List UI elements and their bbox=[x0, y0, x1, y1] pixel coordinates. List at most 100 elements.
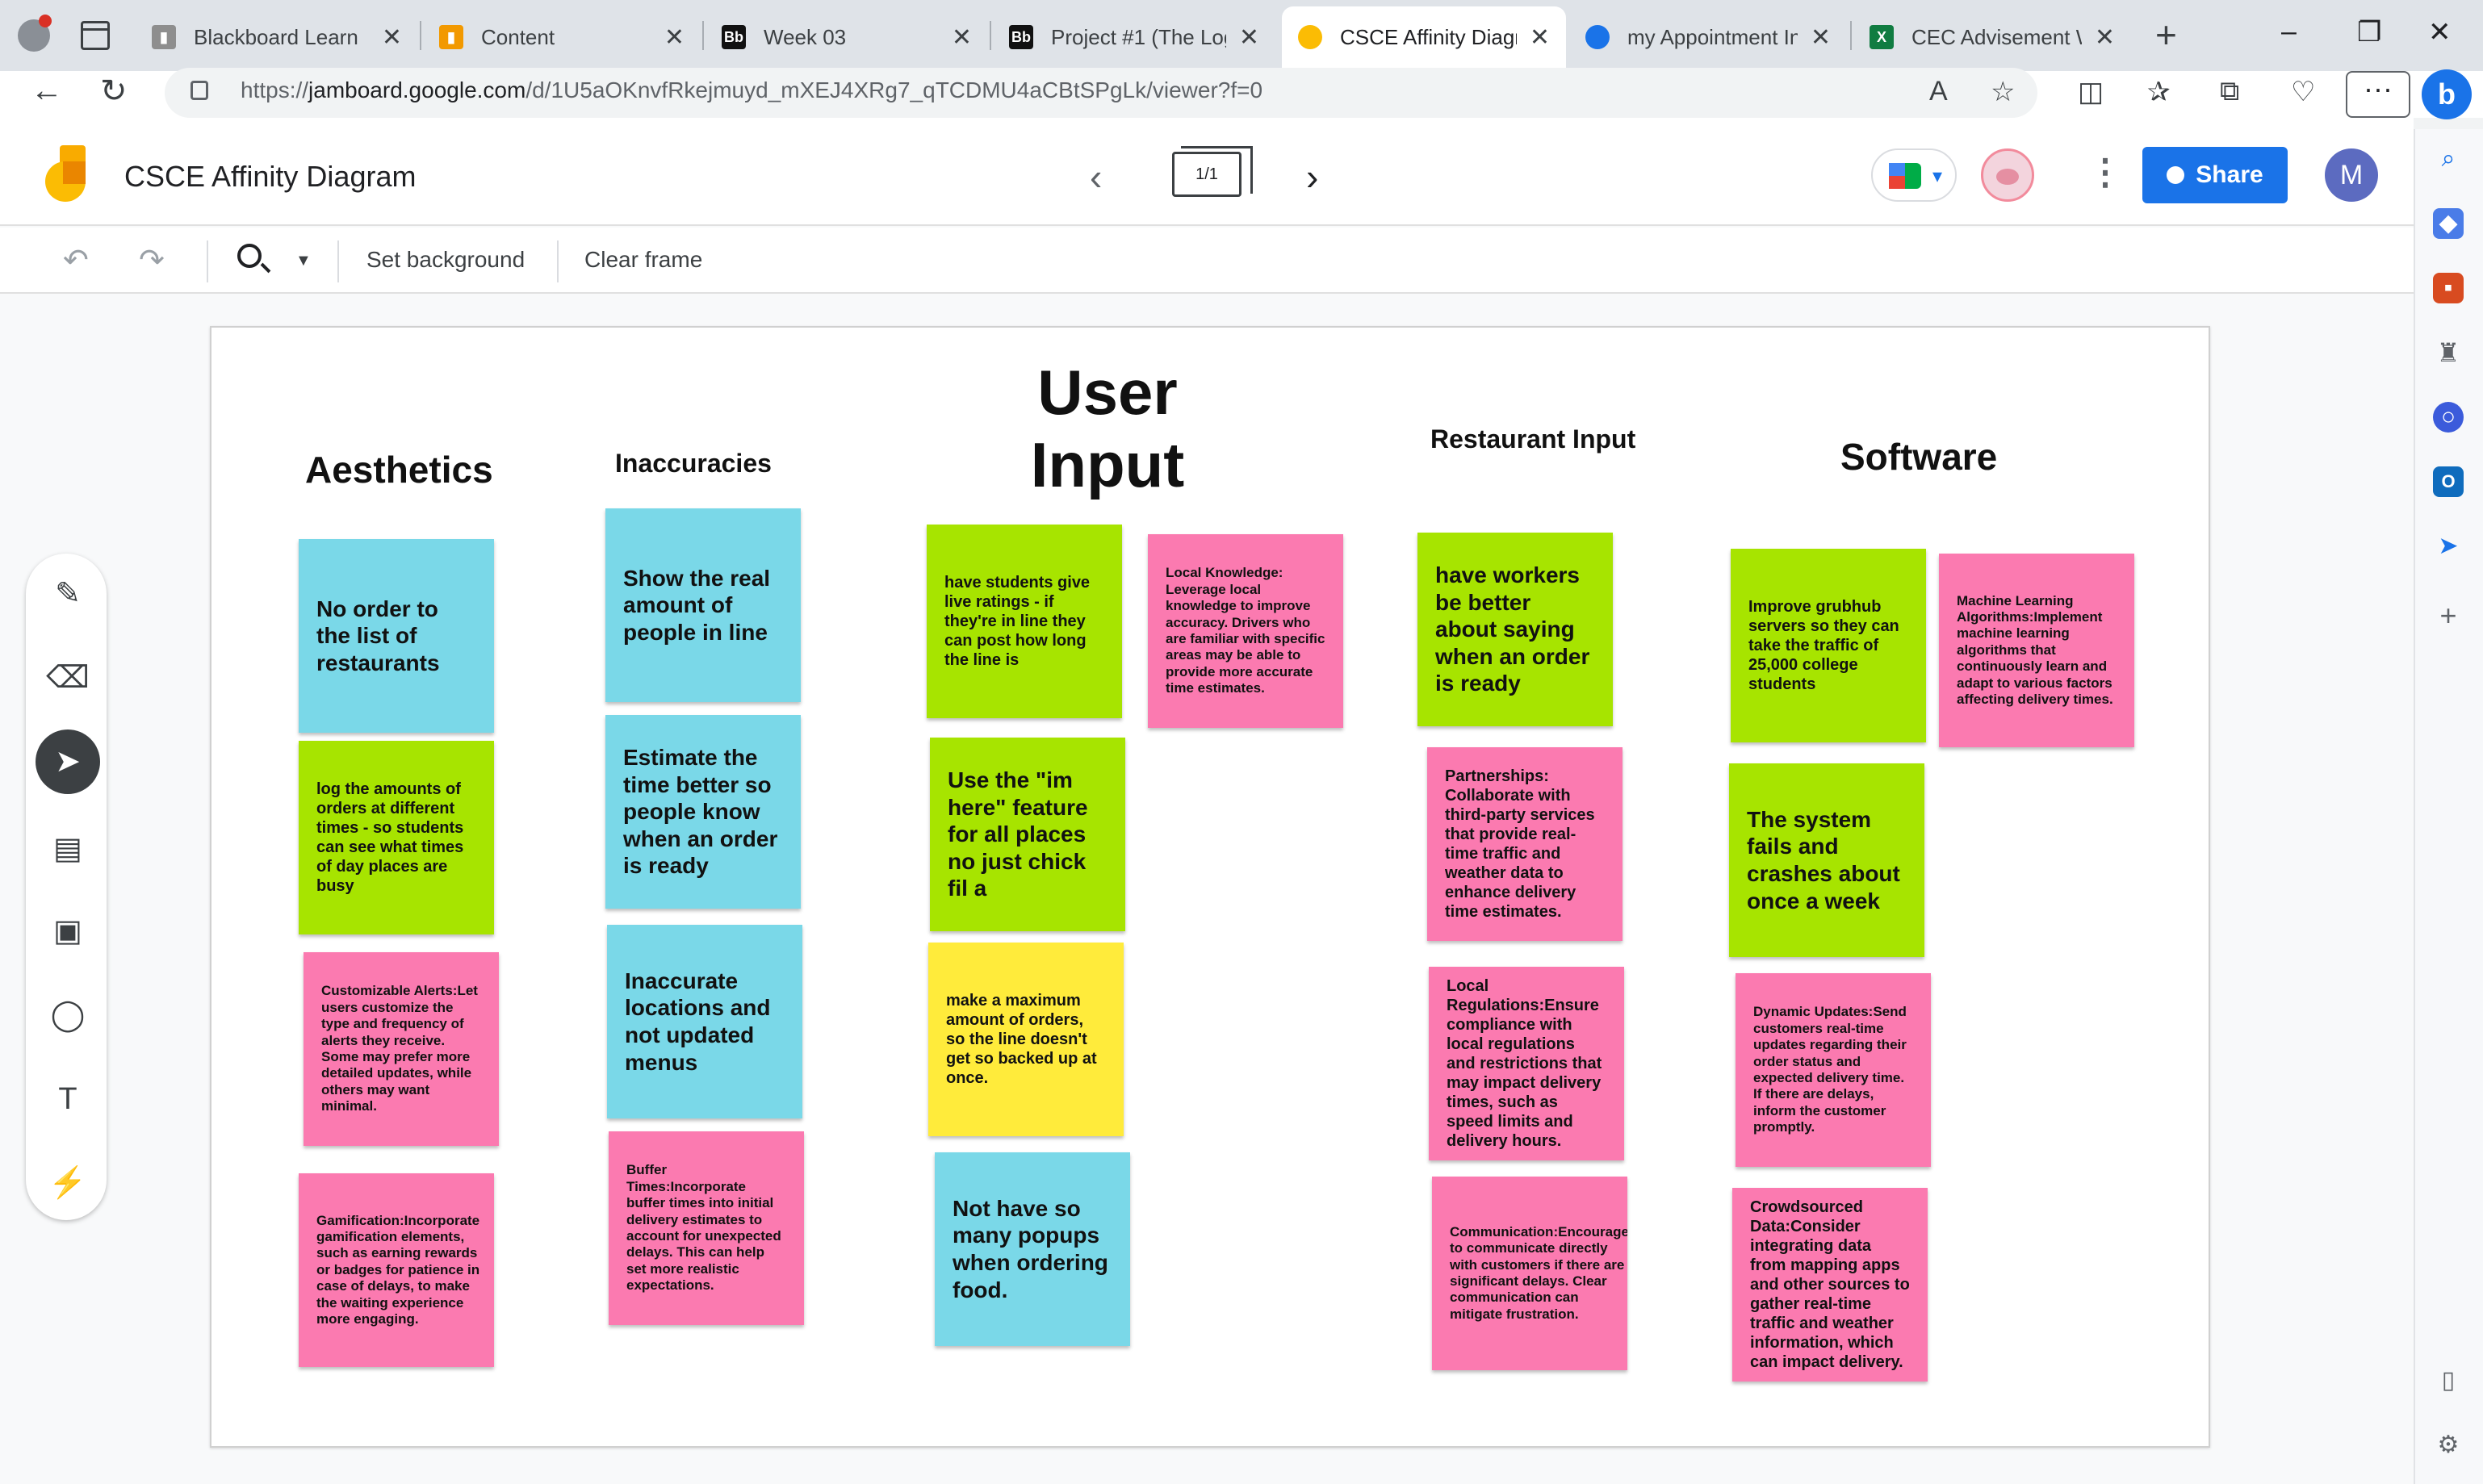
sticky-note[interactable]: Use the "im here" feature for all places… bbox=[930, 738, 1125, 931]
image-icon[interactable]: ▣ bbox=[45, 909, 90, 954]
more-vert-icon[interactable]: ⋮ bbox=[2087, 152, 2123, 193]
favorite-star-icon[interactable]: ☆ bbox=[1991, 76, 2015, 108]
close-icon[interactable]: ✕ bbox=[1239, 23, 1259, 52]
sticky-note[interactable]: Not have so many popups when ordering fo… bbox=[935, 1152, 1130, 1346]
sticky-note[interactable]: Improve grubhub servers so they can take… bbox=[1731, 549, 1926, 742]
read-aloud-icon[interactable]: A bbox=[1929, 76, 1948, 107]
tab-week-03[interactable]: Bb Week 03 ✕ bbox=[706, 6, 988, 68]
heading-user-input[interactable]: User Input bbox=[986, 357, 1229, 501]
sticky-note[interactable]: Buffer Times:Incorporate buffer times in… bbox=[609, 1131, 804, 1325]
sticky-note-icon[interactable]: ▤ bbox=[45, 826, 90, 872]
meet-camera-icon bbox=[1889, 163, 1921, 189]
tab-csce-affinity-diagram[interactable]: CSCE Affinity Diagram ✕ bbox=[1282, 6, 1566, 68]
previous-frame-chevron-icon[interactable]: ‹ bbox=[1090, 155, 1102, 199]
tab-appointment[interactable]: my Appointment Invi ✕ bbox=[1569, 6, 1847, 68]
microsoft365-icon[interactable]: ○ bbox=[2433, 402, 2464, 433]
close-icon[interactable]: ✕ bbox=[382, 23, 402, 52]
sticky-note[interactable]: Local Regulations:Ensure compliance with… bbox=[1429, 967, 1624, 1160]
close-icon[interactable]: ✕ bbox=[1811, 23, 1831, 52]
refresh-icon[interactable]: ↻ bbox=[100, 73, 128, 110]
tab-blackboard-learn[interactable]: ▮ Blackboard Learn ✕ bbox=[136, 6, 418, 68]
tab-divider bbox=[702, 21, 704, 50]
blackboard-chart-icon: ▮ bbox=[439, 25, 463, 49]
close-icon[interactable]: ✕ bbox=[2095, 23, 2115, 52]
close-icon[interactable]: ✕ bbox=[952, 23, 972, 52]
clear-frame-button[interactable]: Clear frame bbox=[584, 247, 702, 273]
sticky-note[interactable]: Communication:Encourage to communicate d… bbox=[1432, 1177, 1627, 1370]
select-cursor-icon[interactable]: ➤ bbox=[36, 729, 100, 794]
zoom-dropdown-icon[interactable]: ▼ bbox=[295, 252, 312, 270]
next-frame-chevron-icon[interactable]: › bbox=[1306, 155, 1318, 199]
sticky-note[interactable]: Inaccurate locations and not updated men… bbox=[607, 925, 802, 1118]
shopping-tag-icon[interactable]: ◆ bbox=[2433, 208, 2464, 239]
heading-aesthetics[interactable]: Aesthetics bbox=[305, 449, 493, 491]
circle-shape-icon[interactable]: ◯ bbox=[45, 993, 90, 1038]
send-icon[interactable]: ➤ bbox=[2433, 531, 2464, 562]
zoom-icon[interactable] bbox=[237, 244, 262, 268]
toolbar-divider bbox=[557, 240, 559, 282]
add-sidebar-app-icon[interactable]: + bbox=[2433, 600, 2464, 631]
redo-icon[interactable]: ↷ bbox=[139, 242, 165, 278]
more-options-icon[interactable]: ··· bbox=[2346, 71, 2410, 118]
sticky-note[interactable]: No order to the list of restaurants bbox=[299, 539, 494, 733]
collaborator-avatar[interactable] bbox=[1981, 148, 2034, 202]
sticky-note[interactable]: The system fails and crashes about once … bbox=[1729, 763, 1924, 957]
back-arrow-icon[interactable]: ← bbox=[31, 73, 63, 109]
restore-icon[interactable]: ❐ bbox=[2357, 16, 2381, 48]
minimize-icon[interactable]: – bbox=[2281, 16, 2297, 48]
sticky-note[interactable]: Customizable Alerts:Let users customize … bbox=[304, 952, 499, 1146]
sticky-note[interactable]: have students give live ratings - if the… bbox=[927, 525, 1122, 718]
sticky-note[interactable]: Local Knowledge: Leverage local knowledg… bbox=[1148, 534, 1343, 728]
document-title[interactable]: CSCE Affinity Diagram bbox=[124, 160, 416, 194]
text-box-icon[interactable]: T bbox=[45, 1076, 90, 1122]
account-avatar[interactable]: M bbox=[2325, 148, 2378, 202]
jam-canvas[interactable]: Aesthetics Inaccuracies User Input Resta… bbox=[210, 326, 2210, 1448]
profile-icon[interactable] bbox=[11, 15, 58, 56]
tab-actions-icon[interactable] bbox=[81, 21, 110, 50]
settings-gear-icon[interactable]: ⚙ bbox=[2433, 1430, 2464, 1461]
tab-content[interactable]: ▮ Content ✕ bbox=[423, 6, 701, 68]
sidebar-toggle-icon[interactable]: ▯ bbox=[2433, 1365, 2464, 1396]
sticky-note[interactable]: Machine Learning Algorithms:Implement ma… bbox=[1939, 554, 2134, 747]
url-text[interactable]: https://jamboard.google.com/d/1U5aOKnvfR… bbox=[241, 77, 1262, 103]
meet-button[interactable]: ▾ bbox=[1871, 148, 1957, 202]
sticky-note[interactable]: Gamification:Incorporate gamification el… bbox=[299, 1173, 494, 1367]
eraser-icon[interactable]: ⌫ bbox=[45, 655, 90, 700]
undo-icon[interactable]: ↶ bbox=[63, 242, 89, 278]
bb-icon: Bb bbox=[722, 25, 746, 49]
close-icon[interactable]: ✕ bbox=[1530, 23, 1550, 52]
laser-icon[interactable]: ⚡ bbox=[45, 1160, 90, 1206]
tab-cec-advisement[interactable]: X CEC Advisement Wor ✕ bbox=[1853, 6, 2131, 68]
split-screen-icon[interactable]: ◫ bbox=[2078, 76, 2104, 108]
tab-project-1[interactable]: Bb Project #1 (The Loglin ✕ bbox=[993, 6, 1275, 68]
frame-indicator[interactable]: 1/1 bbox=[1172, 146, 1253, 197]
sticky-note[interactable]: Dynamic Updates:Send customers real-time… bbox=[1736, 973, 1931, 1167]
lock-icon[interactable] bbox=[191, 81, 208, 100]
sticky-note[interactable]: have workers be better about saying when… bbox=[1417, 533, 1613, 726]
collections-icon[interactable]: ⧉ bbox=[2220, 76, 2239, 107]
close-window-icon[interactable]: ✕ bbox=[2428, 16, 2452, 48]
sticky-note[interactable]: make a maximum amount of orders, so the … bbox=[928, 943, 1124, 1136]
outlook-icon[interactable]: O bbox=[2433, 466, 2464, 497]
favorites-icon[interactable]: ✰ bbox=[2147, 76, 2171, 108]
sticky-note[interactable]: Show the real amount of people in line bbox=[605, 508, 801, 702]
browser-essentials-icon[interactable]: ♡ bbox=[2291, 76, 2315, 108]
games-chess-icon[interactable]: ♜ bbox=[2433, 337, 2464, 368]
tools-briefcase-icon[interactable]: ▪ bbox=[2433, 273, 2464, 303]
close-icon[interactable]: ✕ bbox=[664, 23, 685, 52]
sticky-note[interactable]: Partnerships: Collaborate with third-par… bbox=[1427, 747, 1623, 941]
heading-restaurant-input[interactable]: Restaurant Input bbox=[1430, 424, 1640, 454]
set-background-button[interactable]: Set background bbox=[366, 247, 525, 273]
search-icon[interactable]: ⌕ bbox=[2433, 144, 2464, 174]
sticky-note[interactable]: Crowdsourced Data:Consider integrating d… bbox=[1732, 1188, 1928, 1382]
new-tab-button[interactable]: + bbox=[2155, 15, 2177, 55]
heading-software[interactable]: Software bbox=[1840, 436, 1997, 479]
copilot-icon[interactable]: b bbox=[2422, 69, 2472, 119]
sticky-note[interactable]: Estimate the time better so people know … bbox=[605, 715, 801, 909]
sticky-note[interactable]: log the amounts of orders at different t… bbox=[299, 741, 494, 934]
edge-sidebar bbox=[2414, 129, 2483, 1484]
heading-inaccuracies[interactable]: Inaccuracies bbox=[615, 449, 772, 479]
pen-icon[interactable]: ✎ bbox=[45, 571, 90, 617]
jamboard-logo[interactable] bbox=[45, 145, 90, 203]
share-button[interactable]: Share bbox=[2142, 147, 2288, 203]
